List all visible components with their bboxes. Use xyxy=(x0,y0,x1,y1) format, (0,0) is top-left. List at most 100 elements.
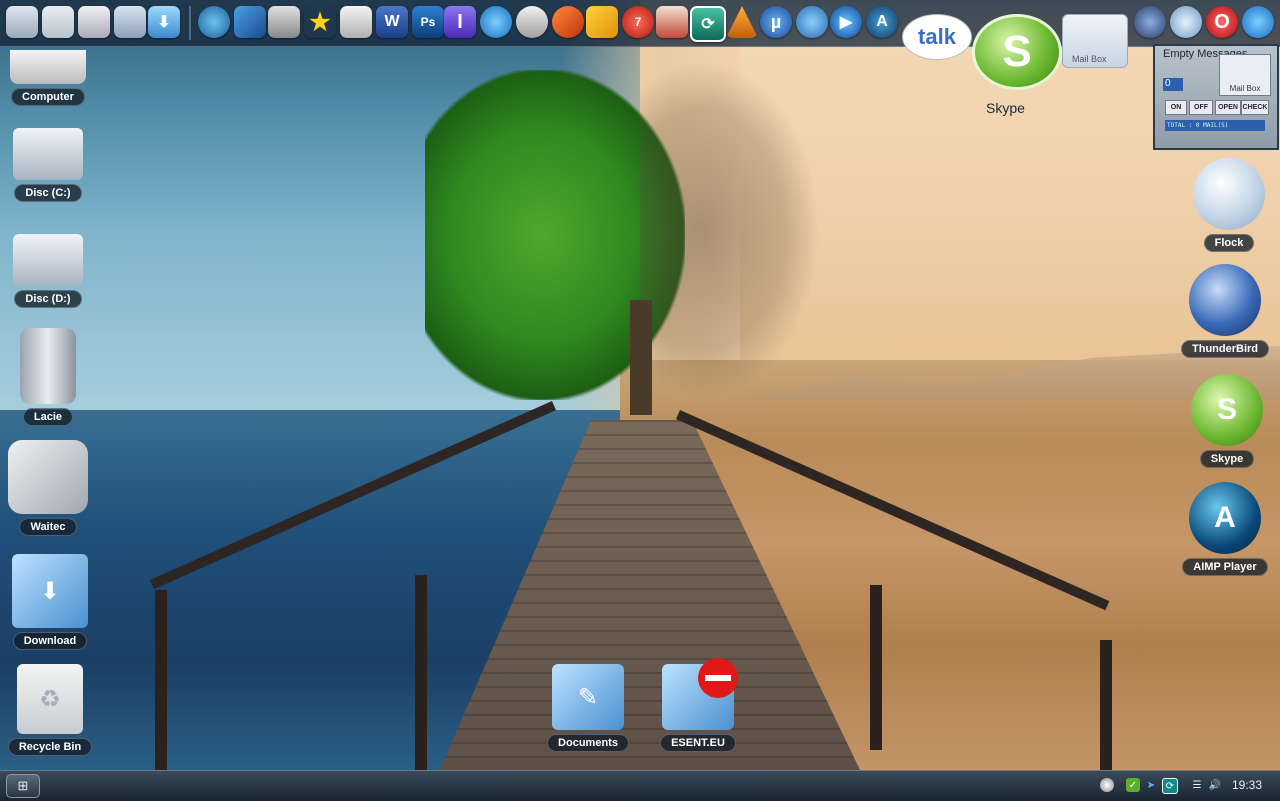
mail-widget-mailbox[interactable]: Mail Box xyxy=(1219,54,1271,96)
mailbox-icon-label: Mail Box xyxy=(1072,54,1107,64)
mail-widget-on-button[interactable]: ON xyxy=(1165,100,1187,115)
aimp-icon: A xyxy=(1189,482,1261,554)
dock-disk-icon[interactable] xyxy=(114,6,146,38)
skype-big-icon[interactable]: S xyxy=(972,14,1062,90)
wallpaper-post xyxy=(1100,640,1112,770)
skype-icon: S xyxy=(1191,374,1263,446)
dock-sync-icon[interactable]: ⟳ xyxy=(690,6,726,42)
external-drive-icon xyxy=(20,328,76,404)
wallpaper-post xyxy=(155,590,167,770)
dock-scissors-icon[interactable] xyxy=(552,6,584,38)
dock-photoshop-letters: Ps xyxy=(420,15,436,29)
dock-computer-icon[interactable] xyxy=(6,6,38,38)
desktop-icon-computer[interactable]: Computer xyxy=(0,50,96,106)
dock-opera-letter: O xyxy=(1214,10,1230,33)
dock-magnifier-icon[interactable] xyxy=(516,6,548,38)
documents-folder-icon: ✎ xyxy=(552,664,624,730)
desktop-icon-label: Recycle Bin xyxy=(7,738,93,756)
wallpaper-post xyxy=(415,575,427,770)
desktop-icon-skype[interactable]: S Skype xyxy=(1172,374,1280,468)
no-entry-bar xyxy=(705,675,731,681)
desktop-icon-thunderbird[interactable]: ThunderBird xyxy=(1170,264,1280,358)
dock-word-icon[interactable]: W xyxy=(376,6,408,38)
desktop-icon-documents[interactable]: ✎ Documents xyxy=(540,664,636,752)
sync-tray-icon[interactable]: ⟳ xyxy=(1162,778,1178,794)
dock-aimp-icon[interactable]: A xyxy=(866,6,898,38)
no-entry-icon xyxy=(698,658,738,698)
network-icon[interactable]: ➤ xyxy=(1144,778,1158,792)
desktop-icon-label: Disc (C:) xyxy=(14,184,82,202)
dock-photoshop-icon[interactable]: Ps xyxy=(412,6,444,38)
skype-big-label: Skype xyxy=(986,100,1025,116)
desktop-icon-label: Lacie xyxy=(22,408,74,426)
thunderbird-icon xyxy=(1189,264,1261,336)
dock-ie-icon[interactable] xyxy=(480,6,512,38)
dock-drawing-icon[interactable] xyxy=(78,6,110,38)
volume-icon[interactable]: 🔊 xyxy=(1208,778,1222,792)
dock-recycle-bin-icon[interactable] xyxy=(42,6,74,38)
dock-download-icon[interactable]: ⬇ xyxy=(148,6,180,38)
wallpaper-tree-bare xyxy=(640,60,820,400)
dock-calculator-icon[interactable] xyxy=(340,6,372,38)
dock-utorrent-icon[interactable]: µ xyxy=(760,6,792,38)
dock-puzzle-icon[interactable] xyxy=(586,6,618,38)
dock-hat-icon[interactable] xyxy=(656,6,688,38)
desktop-icon-flock[interactable]: Flock xyxy=(1174,158,1280,252)
desktop-icon-label: ThunderBird xyxy=(1181,340,1269,358)
desktop-icon-label: Waitec xyxy=(19,518,77,536)
desktop-icon-label: Disc (D:) xyxy=(14,290,82,308)
desktop-icon-label: Documents xyxy=(547,734,629,752)
taskbar: ⊞ ✓ ➤ ⟳ ☰ 🔊 19:33 xyxy=(0,770,1280,801)
orb-icon[interactable] xyxy=(1100,778,1114,792)
dock-opera-icon[interactable]: O xyxy=(1206,6,1238,38)
hard-disk-icon xyxy=(13,234,83,286)
dock-seven-icon[interactable]: 7 xyxy=(622,6,654,38)
desktop-icon-lacie[interactable]: Lacie xyxy=(0,328,96,426)
start-button[interactable]: ⊞ xyxy=(6,774,40,798)
desktop-icon-label: Skype xyxy=(1199,450,1255,468)
wallpaper-post xyxy=(870,585,882,750)
desktop-icon-aimp[interactable]: A AIMP Player xyxy=(1170,482,1280,576)
dock-dice-icon[interactable] xyxy=(268,6,300,38)
dock-seven-letter: 7 xyxy=(634,15,642,29)
desktop-icon-recycle-bin[interactable]: ♻ Recycle Bin xyxy=(2,664,98,756)
dock-thunderbird-icon[interactable] xyxy=(1134,6,1166,38)
google-talk-icon[interactable]: talk xyxy=(902,14,972,60)
dock-quicktime-icon[interactable] xyxy=(796,6,828,38)
dock-star-icon[interactable]: ★ xyxy=(304,6,336,38)
usb-drive-icon xyxy=(8,440,88,514)
desktop-icon-download[interactable]: ⬇ Download xyxy=(2,554,98,650)
desktop-icon-label: Download xyxy=(12,632,88,650)
skype-tray-icon[interactable]: ✓ xyxy=(1126,778,1140,792)
dock-flock-icon[interactable] xyxy=(1170,6,1202,38)
desktop-icon-waitec[interactable]: Waitec xyxy=(0,440,96,536)
mail-widget-open-button[interactable]: OPEN xyxy=(1215,100,1241,115)
desktop-icon-label: Computer xyxy=(11,88,85,106)
skype-big-letter: S xyxy=(1002,27,1032,76)
desktop-icon-label: Flock xyxy=(1203,234,1255,252)
mail-widget-total: TOTAL : 0 MAIL(S) xyxy=(1165,120,1265,131)
clock[interactable]: 19:33 xyxy=(1232,778,1262,792)
recycle-bin-icon: ♻ xyxy=(17,664,83,734)
desktop-icon-label: AIMP Player xyxy=(1182,558,1268,576)
dock-media-play-icon[interactable]: ▶ xyxy=(830,6,862,38)
dock-separator xyxy=(189,6,191,40)
dock-text-letter: I xyxy=(457,10,463,33)
mail-widget-count: 0 xyxy=(1163,78,1183,91)
dock-vlc-icon[interactable] xyxy=(726,6,758,38)
mail-widget-check-button[interactable]: CHECK xyxy=(1241,100,1269,115)
dock-ie-right-icon[interactable] xyxy=(1242,6,1274,38)
desktop-icon-disc-c[interactable]: Disc (C:) xyxy=(0,128,96,202)
mail-widget-off-button[interactable]: OFF xyxy=(1189,100,1213,115)
wallpaper xyxy=(0,0,1280,800)
desktop-icon-disc-d[interactable]: Disc (D:) xyxy=(0,234,96,308)
dock-bird-icon[interactable] xyxy=(234,6,266,38)
download-folder-icon: ⬇ xyxy=(12,554,88,628)
desktop-icon-esent[interactable]: ESENT.EU xyxy=(650,658,746,752)
updates-icon[interactable]: ☰ xyxy=(1190,778,1204,792)
mail-widget: Empty Messages 0 Mail Box ON OFF OPEN CH… xyxy=(1153,44,1279,150)
flock-icon xyxy=(1193,158,1265,230)
dock-utorrent-letter: µ xyxy=(770,11,782,32)
dock-globe-icon[interactable] xyxy=(198,6,230,38)
dock-text-icon[interactable]: I xyxy=(444,6,476,38)
